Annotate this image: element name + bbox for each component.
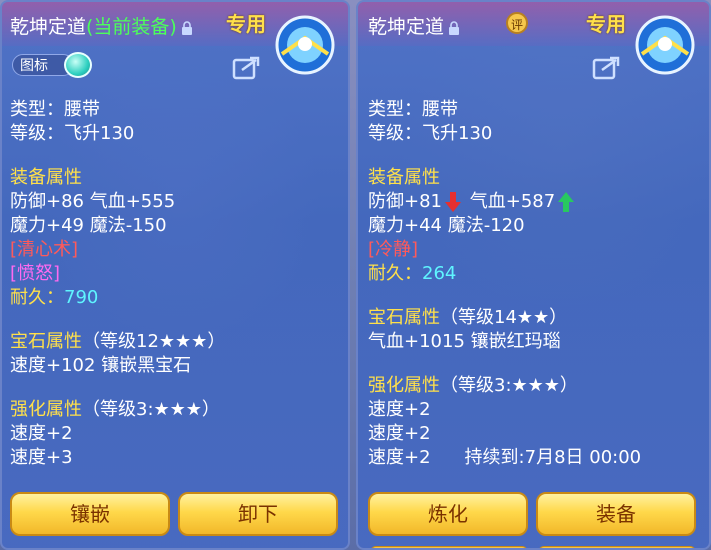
equip-button[interactable]: 装备	[536, 492, 696, 536]
defense-stat: 防御+81	[368, 191, 442, 212]
gem-level: （等级12★★★）	[82, 331, 226, 352]
durability-value: 264	[422, 263, 457, 284]
attr-line-1: 防御+86 气血+555	[10, 191, 176, 212]
skill-2: [愤怒]	[10, 263, 61, 284]
item-name: 乾坤定道	[368, 12, 460, 39]
durability-label: 耐久：	[10, 287, 64, 308]
item-details: 类型：腰带 等级：飞升130 装备属性 防御+86 气血+555 魔力+49 魔…	[10, 98, 225, 470]
durability-label: 耐久：	[368, 263, 422, 284]
strengthen-line-1: 速度+2	[10, 423, 73, 444]
compared-item-panel: 乾坤定道 评 专用 类型：腰带 等级：飞升130 装备属性 防御+81 气血+5…	[356, 0, 711, 550]
eval-badge[interactable]: 评	[506, 12, 528, 34]
attr-line-2: 魔力+44 魔法-120	[368, 215, 525, 236]
share-icon[interactable]	[232, 54, 262, 80]
gem-heading: 宝石属性	[368, 307, 440, 328]
type-line: 类型：腰带	[368, 99, 458, 120]
current-equip-tag: (当前装备)	[86, 16, 177, 38]
exclusive-emblem-icon	[275, 15, 335, 75]
strengthen-line-3: 速度+2 持续到:7月8日 00:00	[368, 446, 641, 470]
item-name: 乾坤定道(当前装备)	[10, 12, 193, 39]
gem-heading-line: 宝石属性（等级14★★）	[368, 306, 641, 330]
unequip-button[interactable]: 卸下	[178, 492, 338, 536]
item-name-text: 乾坤定道	[368, 16, 445, 38]
strengthen-line-1: 速度+2	[368, 399, 431, 420]
durability-value: 790	[64, 287, 99, 308]
strengthen-level: （等级3:★★★）	[440, 375, 578, 396]
type-line: 类型：腰带	[10, 99, 100, 120]
item-details: 类型：腰带 等级：飞升130 装备属性 防御+81 气血+587 魔力+44 魔…	[368, 98, 641, 470]
icon-toggle[interactable]: 图标	[12, 52, 92, 78]
extra-button-edge[interactable]	[538, 546, 696, 548]
lock-icon	[181, 20, 192, 35]
skill-1: [冷静]	[368, 239, 419, 260]
equipped-item-panel: 乾坤定道(当前装备) 专用 图标 类型：腰带 等级：飞升130 装备属性 防御+…	[0, 0, 350, 550]
item-name-text: 乾坤定道	[10, 16, 87, 38]
exclusive-emblem-icon	[635, 15, 695, 75]
strengthen-heading-line: 强化属性（等级3:★★★）	[368, 374, 641, 398]
lock-icon	[449, 20, 460, 35]
share-icon[interactable]	[592, 54, 622, 80]
durability-line: 耐久：264	[368, 262, 641, 286]
duration-text: 持续到:7月8日 00:00	[464, 447, 642, 468]
gem-line: 速度+102 镶嵌黑宝石	[10, 355, 192, 376]
exclusive-label: 专用	[586, 12, 626, 36]
arrow-up-icon	[558, 192, 575, 212]
toggle-label: 图标	[20, 58, 48, 74]
strengthen-line-2: 速度+3	[10, 447, 73, 468]
refine-button[interactable]: 炼化	[368, 492, 528, 536]
level-line: 等级：飞升130	[10, 123, 135, 144]
skill-1: [清心术]	[10, 239, 79, 260]
attr-line-2: 魔力+49 魔法-150	[10, 215, 167, 236]
exclusive-label: 专用	[226, 12, 266, 36]
strengthen-level: （等级3:★★★）	[82, 399, 220, 420]
arrow-down-icon	[445, 192, 461, 212]
level-line: 等级：飞升130	[368, 123, 493, 144]
strengthen-heading-line: 强化属性（等级3:★★★）	[10, 398, 225, 422]
strengthen-line-2: 速度+2	[368, 423, 431, 444]
hp-stat: 气血+587	[469, 191, 556, 212]
toggle-knob	[64, 52, 92, 78]
attr-heading: 装备属性	[368, 167, 440, 188]
strengthen-heading: 强化属性	[10, 399, 82, 420]
gem-line: 气血+1015 镶嵌红玛瑙	[368, 331, 561, 352]
durability-line: 耐久：790	[10, 286, 225, 310]
inlay-button[interactable]: 镶嵌	[10, 492, 170, 536]
gem-level: （等级14★★）	[440, 307, 568, 328]
attr-heading: 装备属性	[10, 167, 82, 188]
gem-heading: 宝石属性	[10, 331, 82, 352]
strengthen-heading: 强化属性	[368, 375, 440, 396]
attr-line-1: 防御+81 气血+587	[368, 190, 641, 214]
strengthen-line-3-stat: 速度+2	[368, 447, 431, 468]
extra-button-edge[interactable]	[370, 546, 528, 548]
gem-heading-line: 宝石属性（等级12★★★）	[10, 330, 225, 354]
